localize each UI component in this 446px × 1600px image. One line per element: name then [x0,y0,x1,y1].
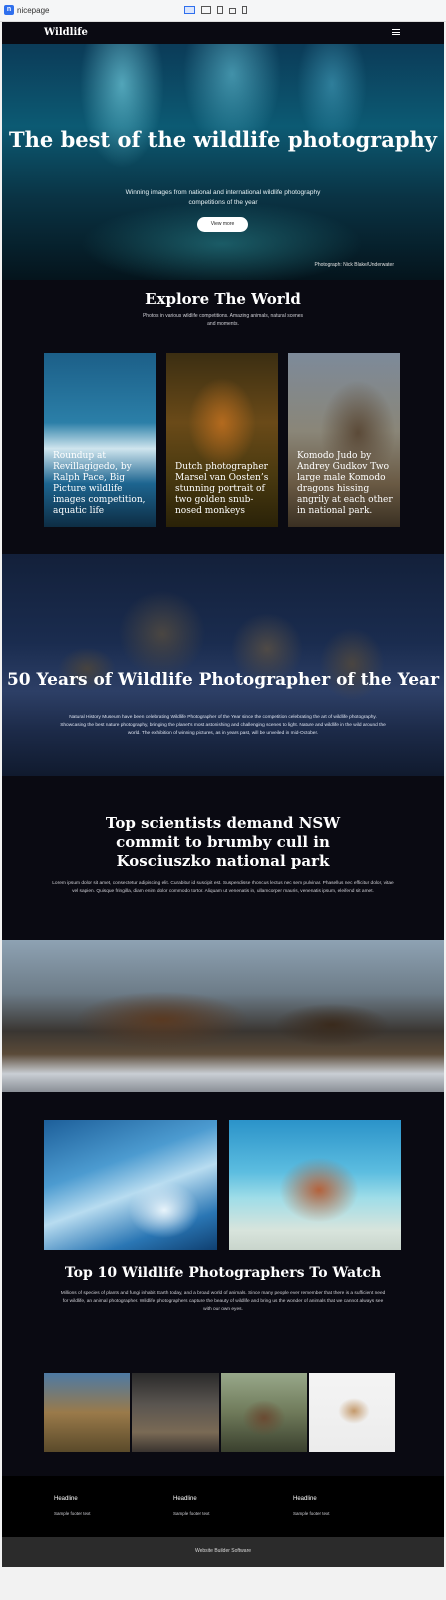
top10-text: Millions of species of plants and fungi … [60,1291,386,1312]
page-canvas: Wildlife The best of the wildlife photog… [2,22,444,1600]
device-switcher [184,6,247,14]
site-footer: Headline Sample footer text Headline Sam… [2,1476,444,1537]
hero-subtitle: Winning images from national and interna… [125,189,321,206]
footer-link[interactable]: Sample footer text [293,1511,330,1516]
scientists-title: Top scientists demand NSW commit to brum… [105,814,341,870]
card-caption: Komodo Judo by Andrey Gudkov Two large m… [297,451,393,516]
elephants-text: Natural History Museum have been celebra… [60,715,386,736]
footer-heading: Headline [293,1496,317,1502]
hero-section: The best of the wildlife photography Win… [2,44,444,280]
top10-title: Top 10 Wildlife Photographers To Watch [64,1265,382,1281]
phone-landscape-view-icon[interactable] [229,8,236,14]
copyright-bar: Website Builder Software [2,1537,444,1567]
view-more-button[interactable]: View more [197,217,248,232]
editor-toolbar: n nicepage [0,0,446,22]
card-caption: Dutch photographer Marsel van Oosten’s s… [175,462,269,516]
footer-heading: Headline [54,1496,78,1502]
nicepage-logo-icon: n [4,5,14,15]
hero-photo-credit: Photograph: Nick Blake/Underwater [314,262,395,268]
footer-link[interactable]: Sample footer text [54,1511,91,1516]
hero-title: The best of the wildlife photography [9,127,437,152]
app-brand: n nicepage [4,5,49,15]
card-caption: Roundup at Revillagigedo, by Ralph Pace,… [53,451,146,516]
elephants-section: 50 Years of Wildlife Photographer of the… [2,554,444,776]
footer-link[interactable]: Sample footer text [173,1511,210,1516]
canvas-bottom [2,1567,444,1600]
gallery-card[interactable]: Dutch photographer Marsel van Oosten’s s… [166,353,278,527]
site-logo[interactable]: Wildlife [44,27,88,38]
copyright-text[interactable]: Website Builder Software [2,1548,444,1554]
footer-column: Headline Sample footer text [293,1496,330,1516]
footer-column: Headline Sample footer text [54,1496,91,1516]
horses-image [2,940,444,1092]
explore-description: Photos in various wildlife competitions.… [142,313,304,327]
site-header: Wildlife [2,22,444,44]
gallery-card[interactable]: Komodo Judo by Andrey Gudkov Two large m… [288,353,400,527]
tablet-view-icon[interactable] [217,6,223,14]
thumbnail-image [221,1373,307,1452]
desktop-view-icon[interactable] [184,6,195,14]
thumbnail-image [309,1373,395,1452]
thumbnail-image [44,1373,130,1452]
ice-penguins-image [44,1120,217,1250]
elephants-title: 50 Years of Wildlife Photographer of the… [6,670,440,690]
octopus-image [229,1120,401,1250]
footer-heading: Headline [173,1496,197,1502]
gallery-card[interactable]: Roundup at Revillagigedo, by Ralph Pace,… [44,353,156,527]
scientists-text: Lorem ipsum dolor sit amet, consectetur … [52,881,394,894]
explore-title: Explore The World [145,290,301,308]
hamburger-menu-icon[interactable] [392,29,400,35]
phone-view-icon[interactable] [242,6,247,14]
footer-column: Headline Sample footer text [173,1496,210,1516]
thumbnail-image [132,1373,219,1452]
laptop-view-icon[interactable] [201,6,211,14]
app-name: nicepage [17,5,50,15]
